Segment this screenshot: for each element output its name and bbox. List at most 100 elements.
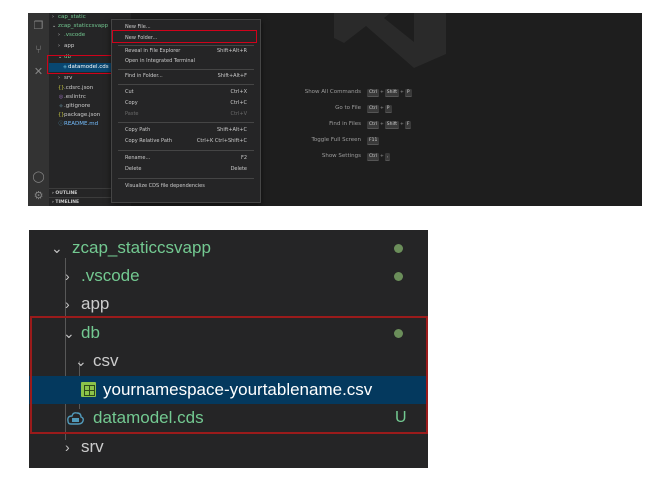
tree-item-label: srv [81,437,104,456]
top-screenshot: ❐ ⑂ ✕ ◯ ⚙ › cap_static ⌄ zcap_staticcsvapp… [28,13,642,206]
tree-item-label: app [81,294,110,313]
tree-item-zcap-staticcsvapp[interactable]: ⌄ zcap_staticcsvapp [29,234,428,262]
key: Ctrl [367,105,380,113]
key: F11 [367,137,380,145]
key: Ctrl [367,153,380,161]
key: F [404,121,412,129]
tree-item-gitignore[interactable]: ◆.gitignore [49,102,90,111]
tree-item-label: README.md [64,121,99,127]
chevron-right-icon: › [65,296,70,312]
menu-item-label: Open in Integrated Terminal [125,58,195,64]
menu-item-cut[interactable]: Cut Ctrl+X [112,88,260,97]
menu-shortcut: Delete [230,166,247,172]
tree-item-label: zcap_staticcsvapp [58,23,109,29]
menu-item-label: Rename... [125,155,151,161]
menu-separator [118,45,254,46]
hint-label: Go to File [335,105,361,111]
editor-welcome-area: Show All Commands Ctrl + Shift + P Go to Fil… [261,13,642,206]
menu-separator [118,69,254,70]
key: Ctrl [367,89,380,97]
tree-item-label: srv [64,75,73,81]
menu-shortcut: Ctrl+C [230,100,247,106]
menu-shortcut: Shift+Alt+F [217,73,247,79]
tree-item-zcap-staticcsvapp[interactable]: ⌄ zcap_staticcsvapp [49,22,108,31]
menu-item-label: Paste [125,111,139,117]
explorer-icon[interactable]: ❐ [32,19,45,32]
chevron-right-icon: › [65,268,70,284]
menu-shortcut: Ctrl+X [230,89,247,95]
settings-gear-icon[interactable]: ⚙ [32,189,45,202]
modified-dot-icon [394,244,403,253]
key: Shift [384,89,400,97]
menu-item-copy-relative-path[interactable]: Copy Relative Path Ctrl+K Ctrl+Shift+C [112,137,260,146]
tree-item-vscode[interactable]: › .vscode [29,262,428,290]
menu-item-copy-path[interactable]: Copy Path Shift+Alt+C [112,126,260,135]
highlight-box-new-folder [112,30,257,43]
menu-item-copy[interactable]: Copy Ctrl+C [112,99,260,108]
tree-item-package-json[interactable]: {}package.json [49,111,100,120]
tree-item-label: .eslintrc [64,94,86,100]
menu-item-label: Reveal in File Explorer [125,48,181,54]
tree-item-label: zcap_staticcsvapp [72,238,211,257]
chevron-right-icon: › [65,439,70,455]
tree-item-vscode[interactable]: › .vscode [49,31,85,40]
account-icon[interactable]: ◯ [32,170,45,183]
tree-item-label: .cdsrc.json [64,85,94,91]
tree-item-label: .vscode [81,266,140,285]
menu-item-reveal-in-file-explorer[interactable]: Reveal in File Explorer Shift+Alt+R [112,47,260,56]
tree-item-cdsrc-json[interactable]: {}.cdsrc.json [49,84,93,93]
explorer-context-menu: New File... New Folder... Reveal in File… [111,19,261,203]
tree-item-srv[interactable]: › srv [49,74,72,83]
key: P [384,105,392,113]
tree-item-label: cap_static [58,14,86,20]
source-control-icon[interactable]: ⑂ [32,43,45,56]
menu-item-label: Delete [125,166,142,172]
key: Shift [384,121,400,129]
menu-item-paste: Paste Ctrl+V [112,110,260,119]
menu-item-visualize-cds[interactable]: Visualize CDS file dependencies [112,182,260,191]
menu-shortcut: Ctrl+V [230,111,247,117]
tree-item-readme-md[interactable]: ⓘREADME.md [49,120,98,129]
menu-item-delete[interactable]: Delete Delete [112,165,260,174]
activity-bar: ❐ ⑂ ✕ ◯ ⚙ [28,13,49,206]
tree-item-app[interactable]: › app [49,42,74,51]
menu-item-label: Copy Relative Path [125,138,173,144]
hint-label: Show All Commands [304,89,361,95]
menu-item-label: Find in Folder... [125,73,163,79]
hint-label: Find in Files [329,121,361,127]
key: Ctrl [367,121,380,129]
timeline-label: TIMELINE [55,200,80,205]
menu-shortcut: Shift+Alt+R [217,48,247,54]
modified-dot-icon [394,272,403,281]
menu-item-label: Visualize CDS file dependencies [125,183,205,189]
vscode-watermark-logo [334,13,446,68]
menu-item-find-in-folder[interactable]: Find in Folder... Shift+Alt+F [112,72,260,81]
hint-label: Toggle Full Screen [311,137,362,143]
highlight-box-db-folder [30,316,428,434]
extensions-icon[interactable]: ✕ [32,65,45,78]
tree-item-cap-static[interactable]: › cap_static [49,13,86,22]
menu-item-label: Cut [125,89,134,95]
menu-item-open-in-terminal[interactable]: Open in Integrated Terminal [112,57,260,66]
tree-item-eslintrc[interactable]: ◎.eslintrc [49,93,86,102]
tree-item-label: .gitignore [64,103,91,109]
tree-item-srv[interactable]: › srv [29,433,428,461]
menu-separator [118,84,254,85]
menu-separator [118,150,254,151]
menu-item-label: Copy Path [125,127,151,133]
menu-separator [118,122,254,123]
tree-item-app[interactable]: › app [29,290,428,318]
menu-item-label: Copy [125,100,138,106]
key: , [384,153,391,161]
menu-separator [118,178,254,179]
key: P [404,89,412,97]
tree-item-label: .vscode [64,32,86,38]
menu-shortcut: Ctrl+K Ctrl+Shift+C [196,138,247,144]
menu-shortcut: Shift+Alt+C [216,127,247,133]
menu-shortcut: F2 [240,155,247,161]
menu-item-rename[interactable]: Rename... F2 [112,154,260,163]
outline-label: OUTLINE [55,191,78,196]
tree-item-label: app [64,43,75,49]
chevron-down-icon: ⌄ [51,240,63,256]
tree-item-label: package.json [64,112,101,118]
